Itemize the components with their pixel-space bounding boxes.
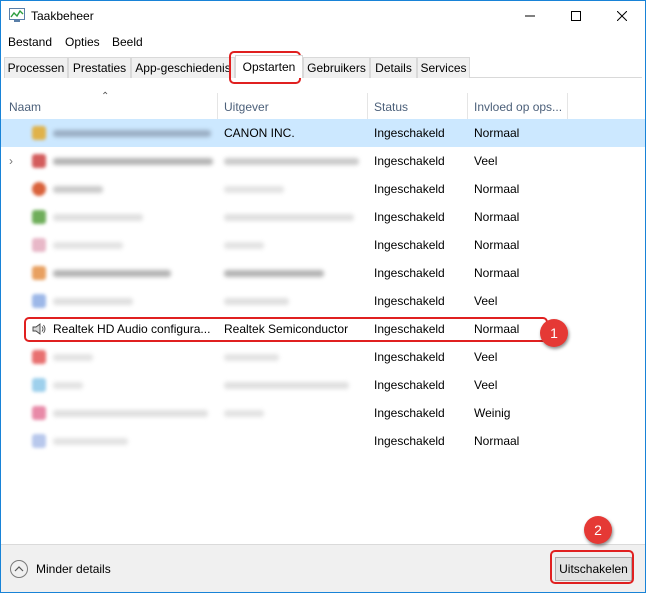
table-row[interactable]: Ingeschakeld Normaal: [1, 259, 645, 287]
less-details-link[interactable]: Minder details: [36, 562, 111, 576]
table-row[interactable]: Ingeschakeld Weinig: [1, 399, 645, 427]
tab-opstarten[interactable]: Opstarten: [235, 55, 303, 78]
app-icon: [32, 434, 46, 448]
row-impact: Normaal: [474, 210, 520, 224]
row-status: Ingeschakeld: [374, 266, 445, 280]
tab-bar: Processen Prestaties App-geschiedenis Op…: [1, 55, 645, 78]
tab-processen[interactable]: Processen: [4, 57, 68, 78]
tab-prestaties[interactable]: Prestaties: [68, 57, 131, 78]
app-icon: [32, 350, 46, 364]
table-row[interactable]: Ingeschakeld Normaal: [1, 203, 645, 231]
menu-opties[interactable]: Opties: [65, 35, 100, 49]
table-row[interactable]: Ingeschakeld Normaal: [1, 175, 645, 203]
header-impact[interactable]: Invloed op ops...: [474, 100, 562, 114]
chevron-up-icon: [14, 566, 24, 572]
header-status[interactable]: Status: [374, 100, 408, 114]
row-status: Ingeschakeld: [374, 154, 445, 168]
table-row[interactable]: Ingeschakeld Veel: [1, 287, 645, 315]
app-icon: [32, 266, 46, 280]
header-name[interactable]: Naam: [9, 100, 41, 114]
row-publisher: CANON INC.: [224, 126, 295, 140]
app-icon: [32, 154, 46, 168]
row-impact: Veel: [474, 378, 498, 392]
table-row[interactable]: Ingeschakeld Normaal: [1, 427, 645, 455]
app-icon: [32, 126, 46, 140]
table-row[interactable]: Ingeschakeld Veel: [1, 371, 645, 399]
minimize-button[interactable]: [507, 1, 553, 31]
row-impact: Normaal: [474, 126, 520, 140]
row-status: Ingeschakeld: [374, 210, 445, 224]
app-icon: [32, 294, 46, 308]
window-title: Taakbeheer: [31, 9, 94, 23]
table-row[interactable]: CANON INC. Ingeschakeld Normaal: [1, 119, 645, 147]
sort-ascending-icon: ⌃: [101, 91, 110, 102]
row-impact: Normaal: [474, 266, 520, 280]
app-icon: [32, 182, 46, 196]
task-manager-window: Taakbeheer Bestand Opties Beeld Processe…: [0, 0, 646, 593]
row-impact: Normaal: [474, 238, 520, 252]
row-impact: Veel: [474, 154, 498, 168]
app-icon: [32, 238, 46, 252]
collapse-details-icon[interactable]: [10, 560, 28, 578]
annotation-badge-2: 2: [584, 516, 612, 544]
row-status: Ingeschakeld: [374, 406, 445, 420]
table-row[interactable]: Ingeschakeld Normaal: [1, 231, 645, 259]
title-bar[interactable]: Taakbeheer: [1, 1, 645, 31]
row-status: Ingeschakeld: [374, 126, 445, 140]
menu-beeld[interactable]: Beeld: [112, 35, 143, 49]
annotation-badge-1: 1: [540, 319, 568, 347]
row-status: Ingeschakeld: [374, 434, 445, 448]
row-impact: Veel: [474, 350, 498, 364]
tab-gebruikers[interactable]: Gebruikers: [303, 57, 370, 78]
row-status: Ingeschakeld: [374, 350, 445, 364]
row-impact: Veel: [474, 294, 498, 308]
row-impact: Weinig: [474, 406, 511, 420]
maximize-button[interactable]: [553, 1, 599, 31]
maximize-icon: [571, 11, 581, 21]
minimize-icon: [525, 15, 535, 17]
tab-app-geschiedenis[interactable]: App-geschiedenis: [131, 57, 235, 78]
close-icon: [617, 11, 627, 21]
tab-details[interactable]: Details: [370, 57, 417, 78]
annotation-row-highlight: [24, 317, 548, 342]
header-publisher[interactable]: Uitgever: [224, 100, 269, 114]
app-icon: [32, 210, 46, 224]
row-status: Ingeschakeld: [374, 378, 445, 392]
app-icon: [32, 406, 46, 420]
row-status: Ingeschakeld: [374, 238, 445, 252]
row-impact: Normaal: [474, 434, 520, 448]
table-row[interactable]: › Ingeschakeld Veel: [1, 147, 645, 175]
menu-bestand[interactable]: Bestand: [8, 35, 52, 49]
close-button[interactable]: [599, 1, 645, 31]
menu-bar: Bestand Opties Beeld: [1, 32, 645, 52]
annotation-button-highlight: [550, 550, 634, 584]
task-manager-icon: [9, 8, 25, 22]
column-header: ⌃ Naam Uitgever Status Invloed op ops...: [1, 91, 645, 121]
tab-services[interactable]: Services: [417, 57, 470, 78]
row-impact: Normaal: [474, 182, 520, 196]
row-status: Ingeschakeld: [374, 182, 445, 196]
table-row[interactable]: Ingeschakeld Veel: [1, 343, 645, 371]
footer-bar: Minder details Uitschakelen: [1, 544, 645, 592]
app-icon: [32, 378, 46, 392]
chevron-right-icon[interactable]: ›: [9, 154, 13, 168]
row-status: Ingeschakeld: [374, 294, 445, 308]
